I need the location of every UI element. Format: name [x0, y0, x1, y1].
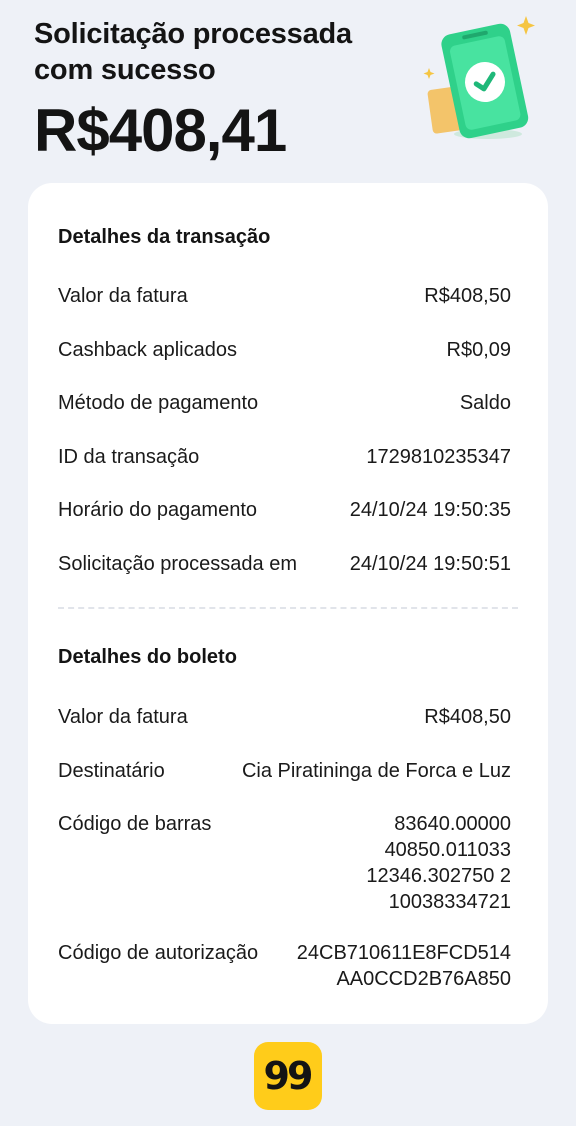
row-label: Código de autorização: [58, 942, 259, 964]
transaction-row-method: Método de pagamento Saldo: [58, 390, 511, 416]
boleto-row-authorization: Código de autorização 24CB710611E8FCD514…: [58, 940, 511, 992]
authorization-line: 24CB710611E8FCD514: [296, 942, 511, 964]
transaction-row-payment-time: Horário do pagamento 24/10/24 19:50:35: [58, 497, 511, 523]
row-label: Código de barras: [58, 813, 212, 835]
logo-text: 99: [263, 1054, 314, 1098]
barcode-line: 10038334721: [388, 891, 511, 913]
app-logo: 99: [254, 1042, 322, 1110]
title-line-1: Solicitação processada: [34, 18, 352, 50]
authorization-value: 24CB710611E8FCD514 AA0CCD2B76A850: [297, 940, 511, 992]
transaction-section-title: Detalhes da transação: [58, 226, 271, 248]
page-title: Solicitação processada com sucesso: [34, 16, 394, 88]
row-value: 24/10/24 19:50:35: [349, 499, 511, 521]
barcode-line: 83640.00000: [394, 813, 511, 835]
row-label: Método de pagamento: [58, 392, 259, 414]
row-label: Solicitação processada em: [58, 553, 298, 575]
boleto-row-barcode: Código de barras 83640.00000 40850.01103…: [58, 811, 511, 915]
header: Solicitação processada com sucesso R$408…: [34, 16, 394, 166]
authorization-line: AA0CCD2B76A850: [336, 968, 511, 990]
row-value: 24/10/24 19:50:51: [349, 553, 511, 575]
row-value: R$408,50: [424, 706, 511, 728]
row-label: ID da transação: [58, 446, 200, 468]
row-label: Valor da fatura: [58, 706, 188, 728]
row-value: Saldo: [459, 392, 511, 414]
barcode-line: 40850.011033: [384, 839, 511, 861]
receipt-check-icon: [420, 10, 550, 145]
details-card: Detalhes da transação Valor da fatura R$…: [28, 183, 548, 1024]
row-label: Horário do pagamento: [58, 499, 258, 521]
title-line-2: com sucesso: [34, 54, 216, 86]
dashed-divider: [58, 607, 518, 609]
row-value: R$408,50: [424, 285, 511, 307]
paid-amount: R$408,41: [34, 97, 287, 164]
boleto-section-title: Detalhes do boleto: [58, 646, 237, 668]
barcode-value: 83640.00000 40850.011033 12346.302750 2 …: [366, 811, 511, 915]
row-value: Cia Piratininga de Forca e Luz: [241, 760, 511, 782]
row-value: R$0,09: [446, 339, 512, 361]
transaction-row-invoice: Valor da fatura R$408,50: [58, 283, 511, 309]
transaction-row-id: ID da transação 1729810235347: [58, 444, 511, 470]
transaction-row-cashback: Cashback aplicados R$0,09: [58, 337, 511, 363]
boleto-row-recipient: Destinatário Cia Piratininga de Forca e …: [58, 758, 511, 784]
row-value: 1729810235347: [366, 446, 511, 468]
row-label: Cashback aplicados: [58, 339, 237, 361]
transaction-row-processed-time: Solicitação processada em 24/10/24 19:50…: [58, 551, 511, 577]
row-label: Destinatário: [58, 760, 165, 782]
barcode-line: 12346.302750 2: [366, 865, 511, 887]
row-label: Valor da fatura: [58, 285, 188, 307]
boleto-row-invoice: Valor da fatura R$408,50: [58, 704, 511, 730]
